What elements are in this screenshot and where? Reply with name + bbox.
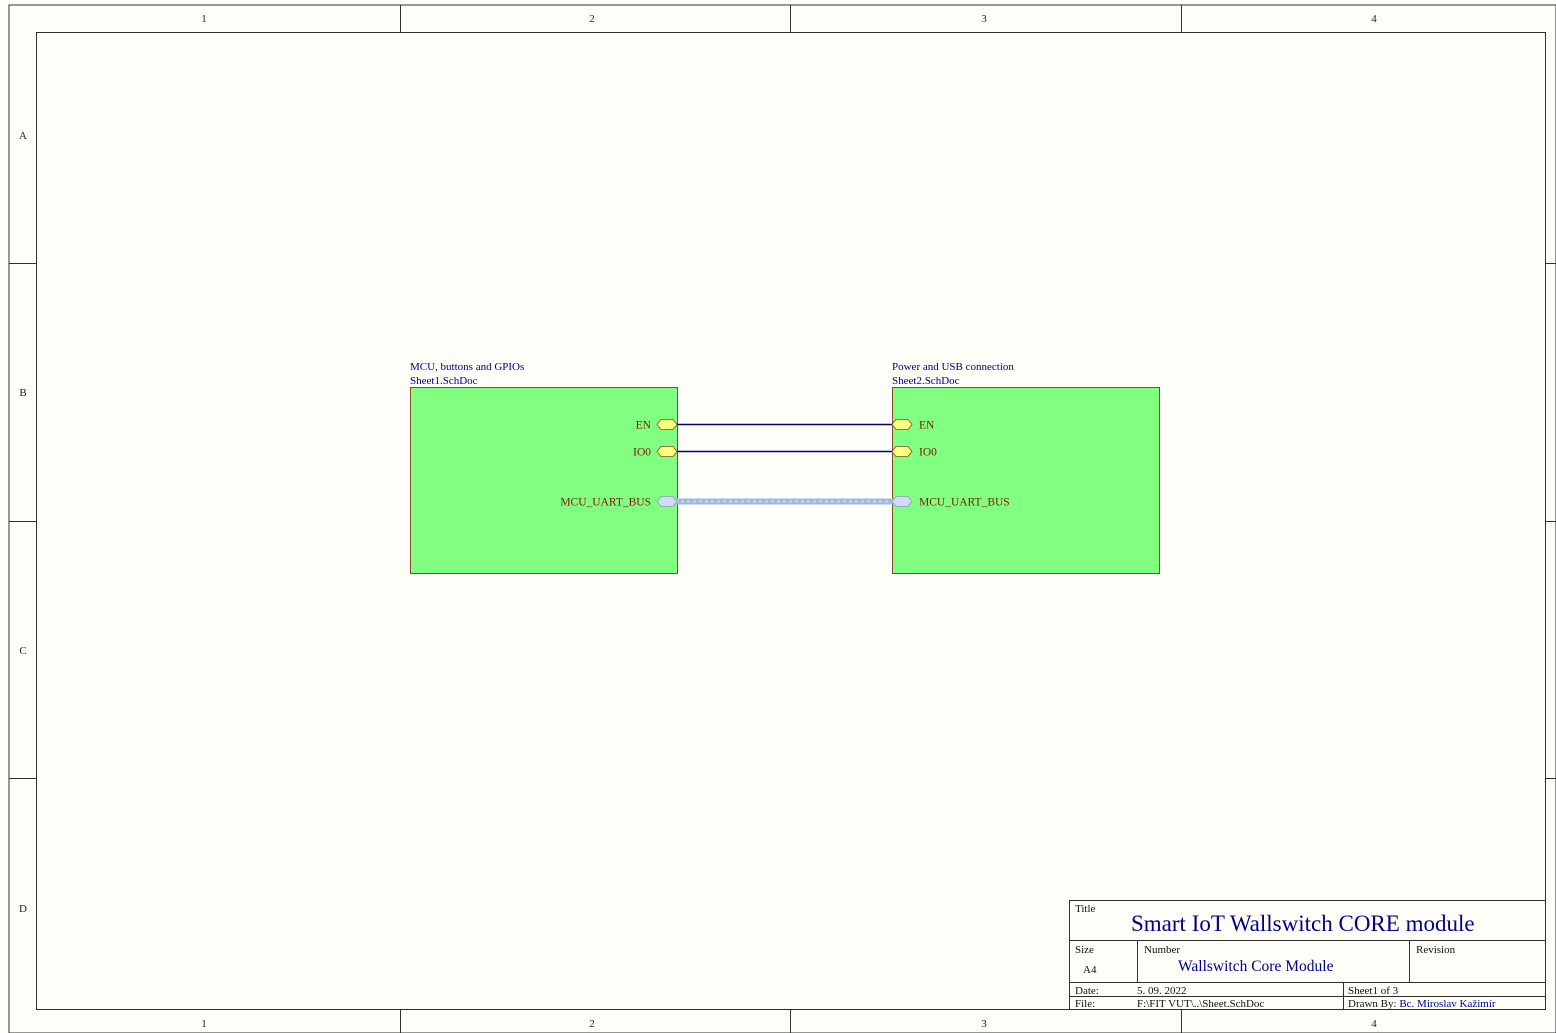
sheet-symbol-2-name: Power and USB connection	[892, 361, 1014, 373]
outer-frame	[8, 4, 1556, 1033]
sheet-symbol-2-file: Sheet2.SchDoc	[892, 375, 960, 387]
sheet-entry-label-io0: IO0	[919, 447, 937, 459]
size-value: A4	[1083, 964, 1097, 976]
sheet-entry-uart-right[interactable]	[891, 496, 913, 507]
zone-col-label-bottom: 2	[589, 1018, 595, 1030]
sheet-entry-io0-right[interactable]	[891, 446, 913, 457]
date-label: Date:	[1075, 985, 1099, 997]
sheet-symbol-1-file: Sheet1.SchDoc	[410, 375, 478, 387]
zone-col-label-top: 2	[589, 13, 595, 25]
schematic-sheet: 1 2 3 4 1 2 3 4 A B C D MCU, buttons and…	[0, 0, 1556, 1033]
number-label: Number	[1144, 944, 1180, 956]
zone-row-label-left: A	[19, 130, 27, 142]
sheet-entry-io0-left[interactable]	[656, 446, 678, 457]
file-label: File:	[1075, 998, 1095, 1010]
zone-col-label-bottom: 1	[201, 1018, 207, 1030]
sheet-entry-label-uart: MCU_UART_BUS	[919, 497, 1010, 509]
sheet-symbol-1[interactable]	[410, 387, 678, 574]
sheet-number: Sheet1 of 3	[1348, 985, 1399, 997]
sheet-symbol-2[interactable]	[892, 387, 1160, 574]
number-value: Wallswitch Core Module	[1178, 958, 1334, 975]
zone-col-label-top: 3	[981, 13, 987, 25]
sheet-entry-en-left[interactable]	[656, 419, 678, 430]
zone-row-label-left: C	[19, 645, 26, 657]
sheet-entry-en-right[interactable]	[891, 419, 913, 430]
drawing-border	[36, 32, 1546, 1010]
sheet-entry-label-en: EN	[636, 420, 652, 432]
date-value: 5. 09. 2022	[1137, 985, 1187, 997]
zone-row-label-left: D	[19, 903, 27, 915]
size-label: Size	[1075, 944, 1094, 956]
sheet-entry-label-en: EN	[919, 420, 935, 432]
zone-row-label-left: B	[19, 387, 26, 399]
sheet-entry-label-io0: IO0	[633, 447, 651, 459]
title-label: Title	[1075, 903, 1096, 915]
schematic-canvas: 1 2 3 4 1 2 3 4 A B C D MCU, buttons and…	[8, 4, 1556, 1033]
revision-label: Revision	[1416, 944, 1456, 956]
zone-col-label-top: 1	[201, 13, 207, 25]
sheet-entry-uart-left[interactable]	[656, 496, 678, 507]
title-value: Smart IoT Wallswitch CORE module	[1131, 911, 1475, 936]
zone-col-label-top: 4	[1371, 13, 1377, 25]
file-value: F:\FIT VUT\..\Sheet.SchDoc	[1137, 998, 1264, 1010]
sheet-entry-label-uart: MCU_UART_BUS	[560, 497, 651, 509]
zone-col-label-bottom: 4	[1371, 1018, 1377, 1030]
zone-col-label-bottom: 3	[981, 1018, 987, 1030]
drawn-by: Drawn By: Bc. Miroslav Kažimír	[1348, 998, 1496, 1010]
sheet-symbol-1-name: MCU, buttons and GPIOs	[410, 361, 524, 373]
